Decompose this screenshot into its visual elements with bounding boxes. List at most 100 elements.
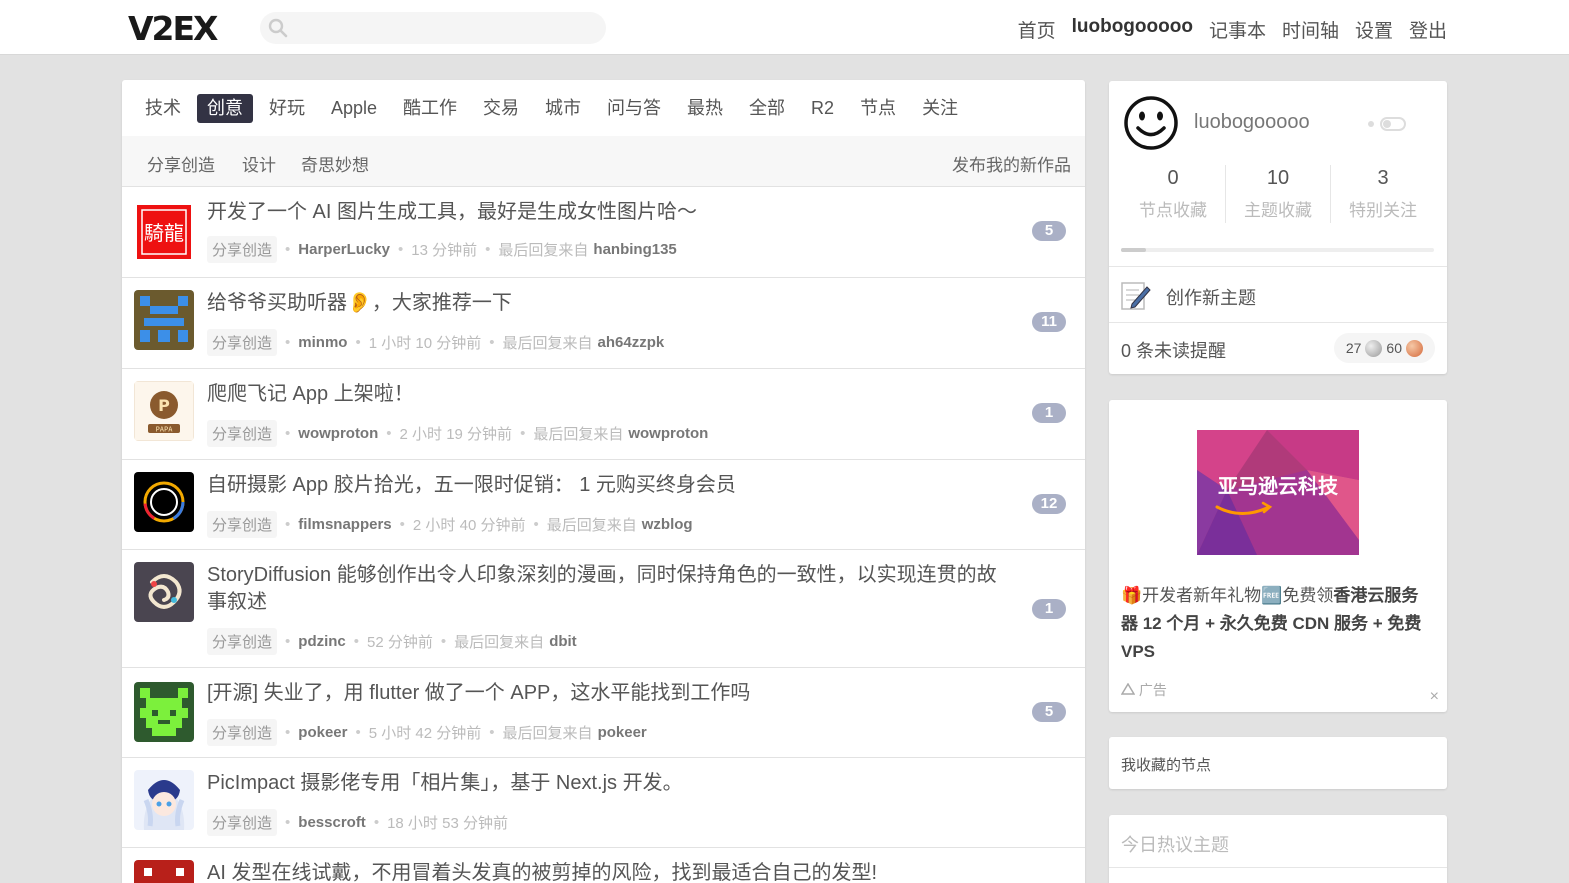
last-reply-user-link[interactable]: pokeer [598,724,647,741]
separator-dot: • [399,516,405,533]
topic-title-link[interactable]: AI 发型在线试戴，不用冒着头发真的被剪掉的风险，找到最适合自己的发型! [207,860,1007,883]
topic-title-link[interactable]: PicImpact 摄影佬专用「相片集」，基于 Next.js 开发。 [207,770,1007,797]
user-avatar[interactable]: P PAPA [134,381,194,441]
last-reply-user-link[interactable]: wzblog [642,516,693,533]
author-link[interactable]: besscroft [298,814,366,831]
node-tag[interactable]: 分享创造 [207,236,278,263]
author-link[interactable]: pdzinc [298,633,346,650]
ad-description[interactable]: 🎁开发者新年礼物🆓免费领香港云服务器 12 个月 + 永久免费 CDN 服务 +… [1121,582,1433,666]
user-avatar[interactable]: 騎龍 [134,202,194,262]
topic-title-link[interactable]: 爬爬飞记 App 上架啦！ [207,381,1007,408]
node-tag[interactable]: 分享创造 [207,329,278,356]
ad-banner-image[interactable]: 亚马逊云科技 [1197,430,1359,555]
ad-panel: 亚马逊云科技 🎁开发者新年礼物🆓免费领香港云服务器 12 个月 + 永久免费 C… [1109,400,1447,712]
author-link[interactable]: filmsnappers [298,516,391,533]
author-link[interactable]: pokeer [298,724,347,741]
user-name-link[interactable]: luobogooooo [1194,111,1310,134]
balance-badge[interactable]: 27 60 [1333,333,1435,363]
author-link[interactable]: minmo [298,334,347,351]
post-time: 18 小时 53 分钟前 [387,815,508,832]
divider [1109,867,1447,868]
search-input[interactable] [260,12,606,44]
topic-title-link[interactable]: [开源] 失业了，用 flutter 做了一个 APP，这水平能找到工作吗 [207,680,1007,707]
tab-8[interactable]: 最热 [677,94,733,123]
stat-topic-favorites[interactable]: 10 主题收藏 [1226,167,1330,221]
separator-dot: • [533,516,539,533]
node-tag[interactable]: 分享创造 [207,420,278,447]
user-avatar-smiley-icon[interactable] [1123,95,1179,151]
author-link[interactable]: wowproton [298,425,378,442]
author-link[interactable]: HarperLucky [298,241,390,258]
subtab-ideas[interactable]: 奇思妙想 [301,151,369,176]
last-reply-label: 最后回复来自 [502,335,593,352]
tab-10[interactable]: R2 [801,94,844,123]
publish-new-work-link[interactable]: 发布我的新作品 [952,151,1071,176]
last-reply-label: 最后回复来自 [454,634,545,651]
user-avatar[interactable] [134,770,194,830]
last-reply-user-link[interactable]: ah64zzpk [598,334,665,351]
theme-toggle-icon[interactable] [1365,116,1421,132]
last-reply-user-link[interactable]: wowproton [628,425,708,442]
node-tag[interactable]: 分享创造 [207,628,278,655]
tab-0[interactable]: 技术 [135,94,191,123]
node-tag[interactable]: 分享创造 [207,719,278,746]
tab-1[interactable]: 创意 [197,94,253,123]
ad-tag-text: 广告 [1138,682,1167,698]
topic-row: 騎龍 开发了一个 AI 图片生成工具，最好是生成女性图片哈～ 分享创造 • Harper… [122,187,1085,278]
last-reply-user-link[interactable]: dbit [549,633,577,650]
user-avatar[interactable] [134,682,194,742]
top-nav-link[interactable]: 设置 [1355,16,1393,43]
topic-title-link[interactable]: 给爷爷买助听器👂，大家推荐一下 [207,290,1007,317]
site-logo[interactable]: V2EX [128,9,218,48]
stat-node-favorites[interactable]: 0 节点收藏 [1121,167,1225,221]
node-tag[interactable]: 分享创造 [207,511,278,538]
topic-meta: 分享创造 • pokeer • 5 小时 42 分钟前 • 最后回复来自 pokeer [207,719,647,746]
tab-6[interactable]: 城市 [535,94,591,123]
last-reply-user-link[interactable]: hanbing135 [593,241,676,258]
topic-title-link[interactable]: StoryDiffusion 能够创作出令人印象深刻的漫画，同时保持角色的一致性… [207,562,997,616]
tab-3[interactable]: Apple [321,94,387,123]
tab-5[interactable]: 交易 [473,94,529,123]
topic-meta: 分享创造 • HarperLucky • 13 分钟前 • 最后回复来自 hanbing135 [207,236,677,263]
stat-following[interactable]: 3 特别关注 [1331,167,1435,221]
subtab-share[interactable]: 分享创造 [147,151,215,176]
user-avatar[interactable] [134,290,194,350]
top-nav-link[interactable]: 记事本 [1209,16,1266,43]
topic-meta: 分享创造 • minmo • 1 小时 10 分钟前 • 最后回复来自 ah64zzpk [207,329,664,356]
separator-dot: • [373,814,380,831]
tab-11[interactable]: 节点 [850,94,906,123]
reply-count-badge[interactable]: 5 [1032,702,1066,722]
reply-count-badge[interactable]: 11 [1032,312,1066,332]
top-nav-link[interactable]: luobogooooo [1072,16,1193,43]
post-time: 2 小时 40 分钟前 [412,517,526,534]
topic-row: 自研摄影 App 胶片拾光，五一限时促销： 1 元购买终身会员 分享创造 • film… [122,460,1085,550]
create-topic-row[interactable]: 创作新主题 [1109,266,1447,323]
topic-title-link[interactable]: 自研摄影 App 胶片拾光，五一限时促销： 1 元购买终身会员 [207,472,1007,499]
reply-count-badge[interactable]: 5 [1032,221,1066,241]
top-nav-link[interactable]: 登出 [1409,16,1447,43]
node-tag[interactable]: 分享创造 [207,809,278,836]
user-avatar[interactable] [134,860,194,883]
reply-count-badge[interactable]: 12 [1032,494,1066,514]
reply-count-badge[interactable]: 1 [1032,599,1066,619]
ad-close-icon[interactable]: × [1430,688,1439,706]
user-avatar[interactable] [134,562,194,622]
search-icon [268,18,288,38]
svg-text:P: P [158,396,170,415]
tab-12[interactable]: 关注 [912,94,968,123]
top-nav: 首页 luobogooooo 记事本 时间轴 设置 登出 [1018,16,1447,43]
reply-count-badge[interactable]: 1 [1032,403,1066,423]
separator-dot: • [285,724,291,741]
user-avatar[interactable] [134,472,194,532]
topic-title-link[interactable]: 开发了一个 AI 图片生成工具，最好是生成女性图片哈～ [207,199,1007,226]
tab-7[interactable]: 问与答 [597,94,671,123]
top-nav-link[interactable]: 时间轴 [1282,16,1339,43]
unread-notifications-link[interactable]: 0 条未读提醒 [1121,337,1226,363]
tab-2[interactable]: 好玩 [259,94,315,123]
top-nav-link[interactable]: 首页 [1018,16,1056,43]
ad-text-prefix: 🎁开发者新年礼物🆓免费领 [1121,586,1334,605]
separator-dot: • [355,724,361,741]
subtab-design[interactable]: 设计 [242,151,276,176]
tab-9[interactable]: 全部 [739,94,795,123]
tab-4[interactable]: 酷工作 [393,94,467,123]
